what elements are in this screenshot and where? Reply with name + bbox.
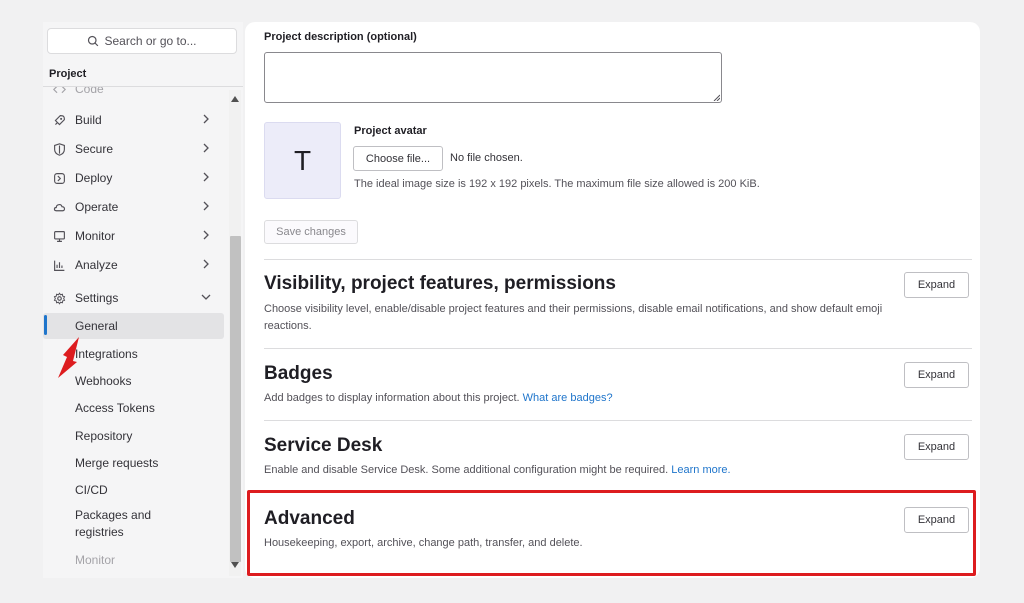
sidebar-item-label: Settings xyxy=(75,291,119,305)
sidebar-subitem-monitor[interactable]: Monitor xyxy=(43,548,223,572)
expand-button-visibility[interactable]: Expand xyxy=(904,272,969,298)
sidebar-item-label: Deploy xyxy=(75,171,113,185)
sidebar-subitem-label: Repository xyxy=(75,429,133,443)
section-title-service-desk: Service Desk xyxy=(264,435,383,456)
expand-button-badges[interactable]: Expand xyxy=(904,362,969,388)
sidebar-subitem-access-tokens[interactable]: Access Tokens xyxy=(43,396,223,420)
sidebar-item-label: Operate xyxy=(75,200,119,214)
avatar-preview: T xyxy=(264,122,341,199)
section-desc-text: Add badges to display information about … xyxy=(264,392,520,404)
section-desc-badges: Add badges to display information about … xyxy=(264,390,884,407)
sidebar-subitem-label: Monitor xyxy=(75,553,116,567)
sidebar-item-operate[interactable]: Operate xyxy=(43,195,223,219)
annotation-highlight-box xyxy=(247,490,976,576)
shield-icon xyxy=(52,142,66,156)
section-divider xyxy=(264,348,972,349)
sidebar: Search or go to... Project Code Build Se… xyxy=(43,22,243,578)
scrollbar-thumb[interactable] xyxy=(230,236,241,562)
description-textarea[interactable] xyxy=(264,52,722,103)
sidebar-item-label: Analyze xyxy=(75,258,118,272)
search-icon xyxy=(88,35,99,47)
sidebar-subitem-repository[interactable]: Repository xyxy=(43,424,223,448)
save-changes-button[interactable]: Save changes xyxy=(264,220,358,244)
chevron-right-icon xyxy=(201,229,213,241)
avatar-help-text: The ideal image size is 192 x 192 pixels… xyxy=(354,178,760,190)
sidebar-item-build[interactable]: Build xyxy=(43,108,223,132)
sidebar-subitem-packages[interactable]: Packages and registries xyxy=(43,506,183,542)
deploy-icon xyxy=(52,171,66,185)
chevron-right-icon xyxy=(201,258,213,270)
sidebar-item-label: Code xyxy=(75,87,104,96)
chevron-right-icon xyxy=(201,171,213,183)
sidebar-subitem-label: Merge requests xyxy=(75,456,159,470)
section-divider xyxy=(264,420,972,421)
sidebar-item-secure[interactable]: Secure xyxy=(43,137,223,161)
chevron-down-icon xyxy=(201,291,213,303)
sidebar-item-analyze[interactable]: Analyze xyxy=(43,253,223,277)
rocket-icon xyxy=(52,113,66,127)
chart-icon xyxy=(52,258,66,272)
scroll-down-arrow-icon[interactable] xyxy=(230,560,240,570)
section-desc-visibility: Choose visibility level, enable/disable … xyxy=(264,303,883,332)
gear-icon xyxy=(52,291,66,305)
sidebar-nav: Code Build Secure Deploy Operate Monitor xyxy=(43,87,243,577)
scroll-up-arrow-icon[interactable] xyxy=(230,94,240,104)
sidebar-scrollbar[interactable] xyxy=(229,90,241,576)
sidebar-item-settings[interactable]: Settings xyxy=(43,286,223,310)
sidebar-item-monitor[interactable]: Monitor xyxy=(43,224,223,248)
sidebar-subitem-cicd[interactable]: CI/CD xyxy=(43,478,223,502)
sidebar-subitem-label: General xyxy=(75,319,118,333)
resize-grip-icon[interactable] xyxy=(713,94,720,101)
monitor-icon xyxy=(52,229,66,243)
avatar-label: Project avatar xyxy=(354,125,427,137)
what-are-badges-link[interactable]: What are badges? xyxy=(523,392,613,404)
section-desc-service-desk: Enable and disable Service Desk. Some ad… xyxy=(264,462,884,479)
section-divider xyxy=(264,259,972,260)
sidebar-subitem-merge-requests[interactable]: Merge requests xyxy=(43,451,223,475)
sidebar-subitem-label: Packages and registries xyxy=(75,508,152,539)
sidebar-subitem-label: Access Tokens xyxy=(75,401,155,415)
chevron-right-icon xyxy=(201,142,213,154)
choose-file-button[interactable]: Choose file... xyxy=(353,146,443,171)
section-title-badges: Badges xyxy=(264,363,333,384)
chevron-right-icon xyxy=(201,113,213,125)
search-button[interactable]: Search or go to... xyxy=(47,28,237,54)
learn-more-link[interactable]: Learn more. xyxy=(671,464,730,476)
sidebar-item-label: Build xyxy=(75,113,102,127)
sidebar-item-label: Monitor xyxy=(75,229,116,243)
sidebar-subitem-label: CI/CD xyxy=(75,483,108,497)
code-icon xyxy=(52,87,66,96)
description-label: Project description (optional) xyxy=(264,31,417,43)
sidebar-item-code[interactable]: Code xyxy=(43,87,223,101)
annotation-arrow xyxy=(58,337,79,378)
expand-button-service-desk[interactable]: Expand xyxy=(904,434,969,460)
sidebar-item-deploy[interactable]: Deploy xyxy=(43,166,223,190)
search-placeholder: Search or go to... xyxy=(104,34,197,48)
section-title-visibility: Visibility, project features, permission… xyxy=(264,273,616,294)
sidebar-section-label: Project xyxy=(49,68,87,80)
cloud-icon xyxy=(52,200,66,214)
chevron-right-icon xyxy=(201,200,213,212)
avatar-letter: T xyxy=(293,144,312,176)
section-desc-text: Enable and disable Service Desk. Some ad… xyxy=(264,464,669,476)
file-status-text: No file chosen. xyxy=(450,152,523,164)
active-indicator xyxy=(44,315,47,335)
sidebar-item-label: Secure xyxy=(75,142,114,156)
